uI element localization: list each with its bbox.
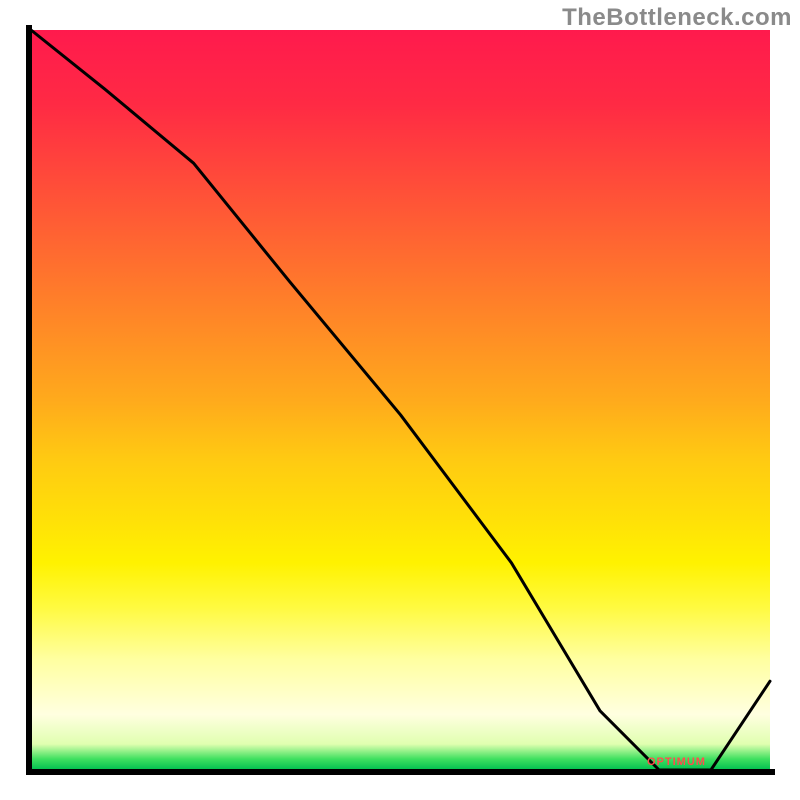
chart-container: TheBottleneck.com OPTIMUM (0, 0, 800, 800)
attribution-text: TheBottleneck.com (562, 4, 792, 32)
x-axis (26, 769, 775, 775)
y-axis (26, 25, 32, 775)
axes (31, 30, 770, 770)
